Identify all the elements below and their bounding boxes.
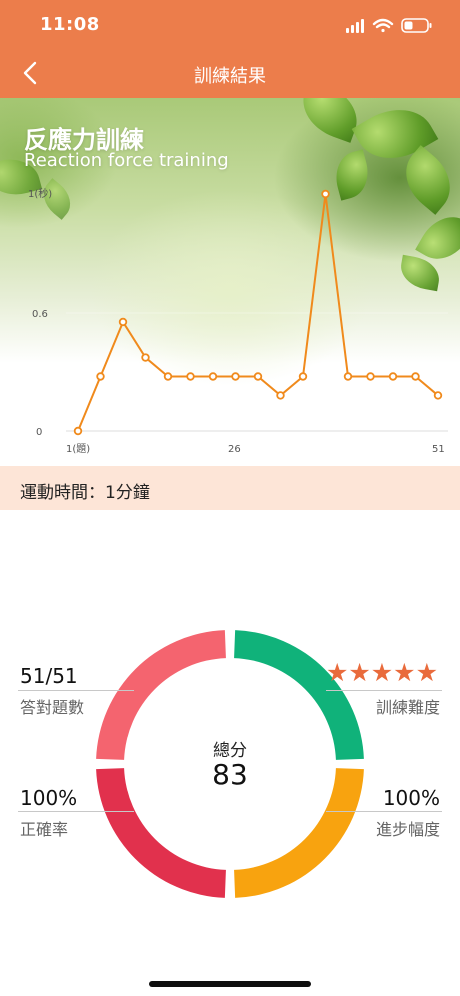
duration-row: 運動時間：1分鐘 — [0, 466, 460, 510]
x-tick-label: 51 — [432, 444, 445, 455]
y-tick-label: 1(秒) — [28, 187, 52, 200]
battery-icon — [401, 18, 432, 33]
data-point — [186, 372, 195, 381]
status-icons — [346, 18, 432, 33]
exercise-subtitle: Reaction force training — [24, 150, 229, 171]
score-value: 83 — [212, 758, 248, 791]
data-point — [253, 372, 263, 381]
data-point — [366, 372, 375, 381]
divider-line — [326, 690, 442, 691]
wifi-icon — [372, 18, 394, 33]
chart-panel: 1(秒) 0.6 0 1(題) 26 51 反應力訓練 Reaction for… — [0, 98, 460, 466]
status-time: 11:08 — [40, 14, 100, 35]
answered-label: 答對題數 — [20, 698, 85, 717]
header-bar: 11:08 訓練結果 — [0, 0, 460, 98]
answered-value: 51/51 — [20, 664, 78, 688]
data-point — [96, 372, 105, 381]
divider-line — [18, 811, 134, 812]
divider-line — [18, 690, 134, 691]
data-point — [276, 391, 285, 400]
data-point — [208, 372, 218, 381]
difficulty-label: 訓練難度 — [375, 698, 440, 717]
duration-text: 運動時間：1分鐘 — [20, 483, 150, 503]
y-tick-label: 0.6 — [32, 309, 48, 320]
data-point — [388, 372, 398, 381]
accuracy-label: 正確率 — [20, 820, 69, 839]
progress-value: 100% — [382, 786, 440, 810]
screen: 11:08 訓練結果 1(秒) 0.6 0 1(題) 26 51 反應力訓練 R… — [0, 0, 460, 996]
data-point — [321, 189, 330, 199]
signal-icon — [346, 19, 364, 33]
divider-line — [326, 811, 442, 812]
page-title: 訓練結果 — [194, 66, 266, 87]
data-point — [231, 372, 240, 381]
y-tick-label: 0 — [36, 427, 42, 438]
data-point — [343, 372, 353, 381]
data-point — [163, 372, 173, 381]
x-tick-label: 26 — [228, 444, 241, 455]
difficulty-stars: ★★★★★ — [325, 658, 438, 687]
data-point — [141, 353, 150, 362]
accuracy-value: 100% — [20, 786, 78, 810]
x-tick-label: 1(題) — [66, 443, 90, 455]
data-point — [411, 372, 420, 381]
score-center: 總分 83 — [96, 630, 364, 898]
home-indicator[interactable] — [149, 981, 311, 987]
progress-label: 進步幅度 — [375, 820, 440, 839]
data-point — [118, 317, 128, 327]
data-point — [433, 391, 443, 400]
data-point — [298, 372, 308, 381]
data-point — [73, 426, 83, 436]
